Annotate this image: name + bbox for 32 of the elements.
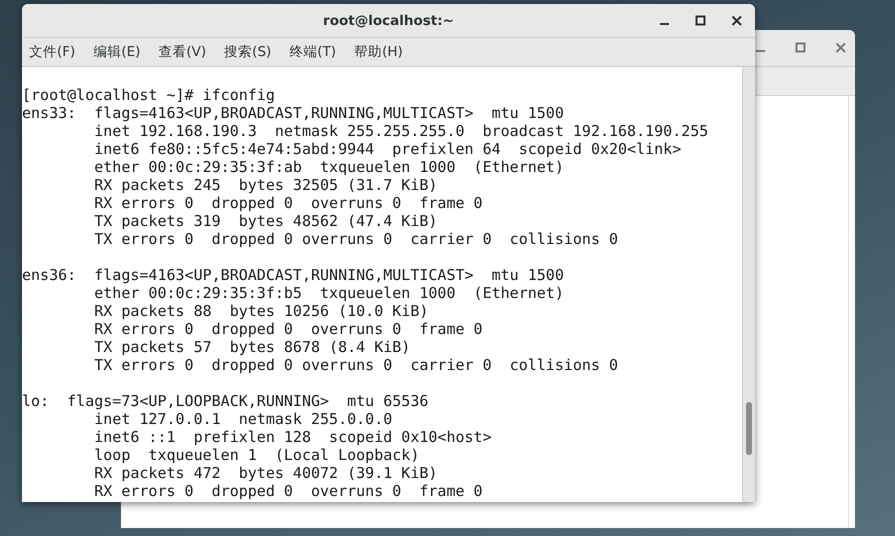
terminal-line: inet 192.168.190.3 netmask 255.255.255.0 broadcast 192.168.190.255: [93, 122, 708, 140]
menu-item[interactable]: 文件(F): [24, 40, 80, 64]
scrollbar-thumb[interactable]: [746, 402, 752, 455]
menu-item[interactable]: 编辑(E): [88, 40, 146, 64]
terminal-line: inet 127.0.0.1 netmask 255.0.0.0: [93, 410, 392, 428]
terminal-line: inet6 ::1 prefixlen 128 scopeid 0x10<host>: [93, 428, 492, 446]
menu-item[interactable]: 帮助(H): [349, 40, 408, 64]
menu-item[interactable]: 查看(V): [153, 40, 212, 64]
terminal-line: RX packets 88 bytes 10256 (10.0 KiB): [93, 302, 428, 320]
terminal-line: inet6 fe80::5fc5:4e74:5abd:9944 prefixlen 64 scopeid 0x20<link>: [93, 140, 682, 158]
terminal-line: RX packets 245 bytes 32505 (31.7 KiB): [93, 176, 438, 194]
terminal-line: ether 00:0c:29:35:3f:b5 txqueuelen 1000 (Ethernet): [93, 284, 564, 302]
maximize-icon[interactable]: [695, 14, 707, 26]
terminal-line: loop txqueuelen 1 (Local Loopback): [93, 446, 420, 464]
terminal-line: TX packets 57 bytes 8678 (8.4 KiB): [93, 338, 410, 356]
terminal-line: ens33: flags=4163<UP,BROADCAST,RUNNING,MULTICAST> mtu 1500: [22, 104, 564, 122]
terminal-line: RX errors 0 dropped 0 overruns 0 frame 0: [93, 482, 483, 500]
terminal-line: RX packets 472 bytes 40072 (39.1 KiB): [93, 464, 438, 482]
window-title: root@localhost:~: [323, 12, 454, 28]
terminal-line: lo: flags=73<UP,LOOPBACK,RUNNING> mtu 65536: [22, 392, 428, 410]
menu-item[interactable]: 搜索(S): [219, 40, 276, 64]
terminal-line: TX errors 0 dropped 0 overruns 0 carrier 0 collisions 0: [93, 230, 618, 248]
terminal-line: ens36: flags=4163<UP,BROADCAST,RUNNING,MULTICAST> mtu 1500: [22, 266, 564, 284]
terminal-line: [root@localhost ~]# ifconfig: [22, 86, 275, 104]
terminal-line: TX errors 0 dropped 0 overruns 0 carrier 0 collisions 0: [93, 356, 618, 374]
terminal-line: ether 00:0c:29:35:3f:ab txqueuelen 1000 (Ethernet): [93, 158, 564, 176]
scrollbar[interactable]: [742, 67, 755, 502]
terminal-line: RX errors 0 dropped 0 overruns 0 frame 0: [93, 320, 483, 338]
menu-item[interactable]: 终端(T): [284, 40, 342, 64]
terminal-line: TX packets 319 bytes 48562 (47.4 KiB): [93, 212, 438, 230]
terminal-line: RX errors 0 dropped 0 overruns 0 frame 0: [93, 194, 483, 212]
close-icon[interactable]: [731, 14, 743, 26]
